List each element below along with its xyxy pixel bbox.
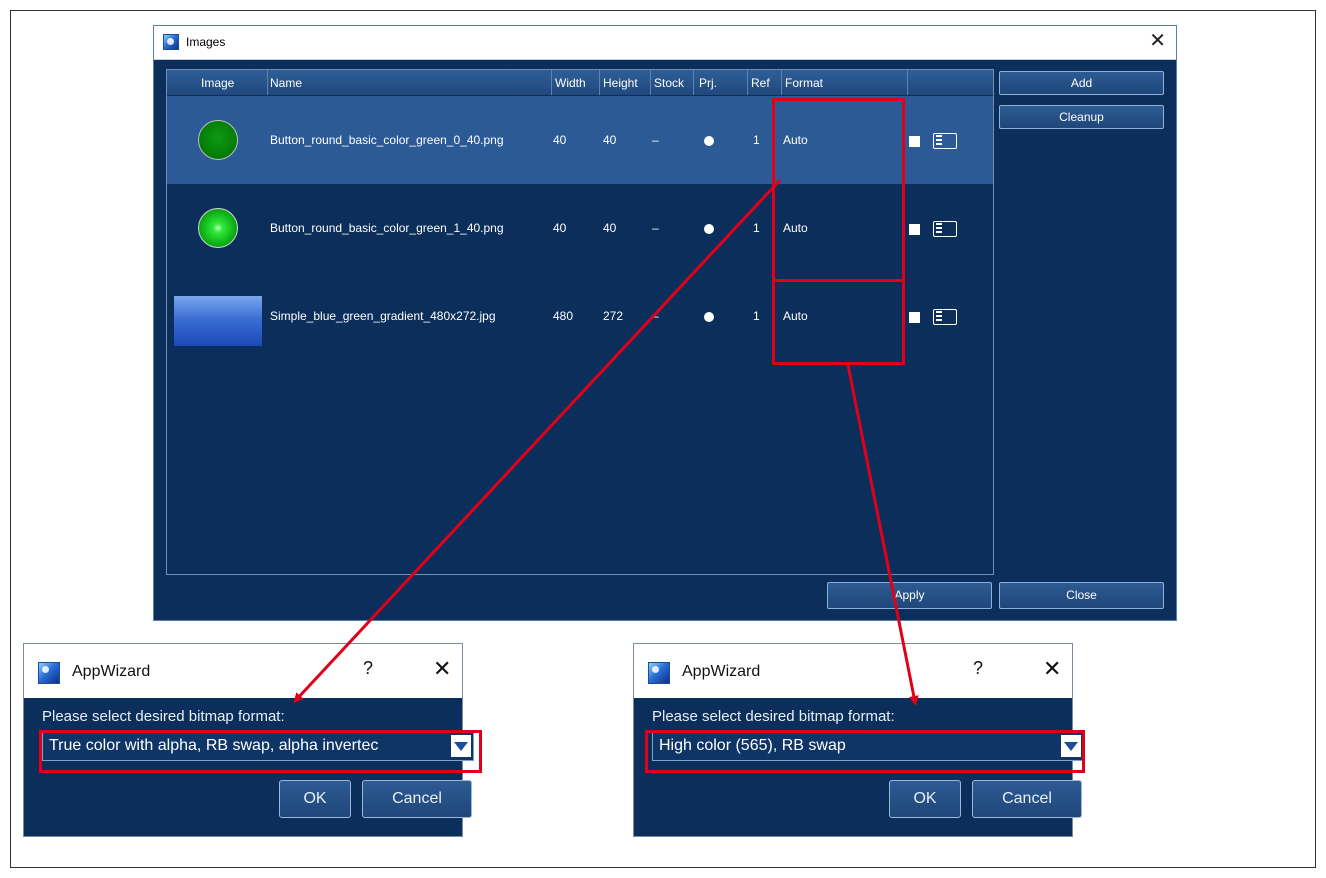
callout-arrow-right [846,364,919,706]
callout-arrow-left [293,178,782,703]
callout-arrows [293,178,919,706]
